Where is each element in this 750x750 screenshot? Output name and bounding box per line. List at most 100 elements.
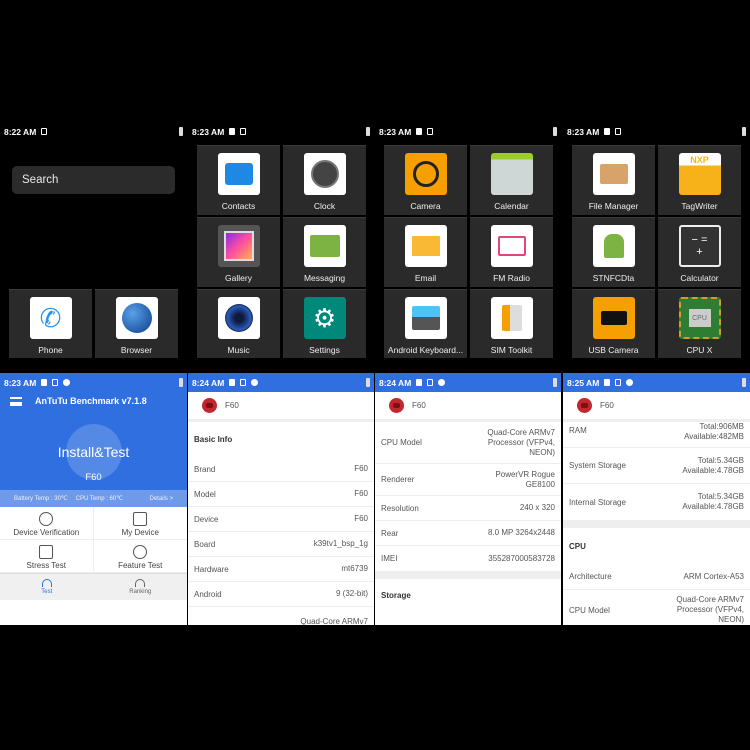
app-file-manager[interactable]: File Manager	[572, 145, 655, 215]
app-label: Messaging	[303, 273, 346, 283]
sd-card-icon	[615, 128, 622, 135]
info-row: System Storage Total:5.34GB Available:4.78…	[563, 448, 750, 484]
app-email[interactable]: Email	[384, 217, 467, 287]
gallery-icon	[217, 225, 260, 267]
antutu-info-screen-2: 8:24 AM F60 CPU Model Quad-Core ARMv7 Proc…	[375, 373, 561, 625]
antutu-info-screen-1: 8:24 AM F60 Basic Info Brand F60 Model F60…	[188, 373, 374, 625]
my-device-button[interactable]: My Device	[93, 507, 187, 540]
app-drawer-page-3: 8:23 AM File Manager NXP TagWriter STNFCD…	[563, 122, 750, 358]
battery-icon	[366, 378, 370, 387]
bottom-tabs: Test Ranking	[0, 573, 187, 600]
device-info-icon	[133, 512, 148, 526]
app-stnfcdta[interactable]: STNFCDta	[572, 217, 655, 287]
image-icon	[229, 128, 236, 135]
antutu-main-screen: 8:23 AM AnTuTu Benchmark v7.1.8 Install&…	[0, 373, 187, 625]
antutu-header: AnTuTu Benchmark v7.1.8 Install&Test F60	[0, 392, 187, 490]
value-line: GE8100	[525, 479, 555, 489]
app-cpu-x[interactable]: CPU CPU X	[658, 289, 741, 358]
touch-icon	[133, 545, 148, 559]
info-row: Brand F60	[188, 457, 374, 482]
app-label: Browser	[120, 345, 153, 355]
notification-dot-icon	[251, 379, 259, 386]
app-label: File Manager	[588, 201, 639, 211]
status-bar: 8:23 AM	[375, 122, 561, 141]
row-key: Board	[194, 539, 216, 549]
app-settings[interactable]: ⚙ Settings	[283, 289, 366, 358]
app-calendar[interactable]: Calendar	[470, 145, 553, 215]
app-sim-toolkit[interactable]: SIM Toolkit	[470, 289, 553, 358]
row-key: Renderer	[381, 475, 415, 484]
row-key: Model	[194, 489, 216, 499]
row-value: F60	[354, 464, 368, 473]
info-row: Android 9 (32-bit)	[188, 582, 374, 607]
section-divider	[563, 520, 750, 528]
antutu-logo-icon	[577, 398, 592, 413]
image-icon	[41, 379, 48, 386]
row-value: mt6739	[341, 564, 368, 573]
row-value: F60	[354, 489, 368, 498]
tab-test[interactable]: Test	[0, 574, 94, 600]
value-line: NEON)	[718, 615, 744, 624]
stress-test-button[interactable]: Stress Test	[0, 540, 94, 573]
row-value: Total:5.34GB Available:4.78GB	[682, 456, 744, 476]
value-line: Quad-Core ARMv7	[676, 595, 744, 604]
value-line: Available:4.78GB	[682, 502, 744, 511]
sd-card-icon	[427, 128, 434, 135]
status-time: 8:23 AM	[379, 126, 412, 137]
row-value: Quad-Core ARMv7	[300, 617, 368, 625]
status-bar: 8:24 AM	[375, 373, 561, 392]
app-phone[interactable]: ✆ Phone	[9, 289, 92, 358]
status-time: 8:25 AM	[567, 377, 600, 388]
info-row: IMEI 355287000583728	[375, 546, 561, 571]
tab-ranking[interactable]: Ranking	[94, 574, 188, 600]
battery-temp: Battery Temp : 30℃	[14, 496, 68, 502]
hamburger-menu-icon[interactable]	[10, 397, 22, 406]
app-browser[interactable]: Browser	[95, 289, 178, 358]
file-manager-icon	[592, 153, 635, 195]
info-row: CPU Model Quad-Core ARMv7 Processor (VFPv4…	[563, 590, 750, 625]
app-drawer-page-2: 8:23 AM Camera Calendar Email FM Radio A…	[375, 122, 561, 358]
info-row: Board k39tv1_bsp_1g	[188, 532, 374, 557]
sd-card-icon	[52, 379, 59, 386]
info-row: CPU Model Quad-Core ARMv7 Processor (VFPv4…	[375, 422, 561, 464]
battery-icon	[742, 378, 746, 387]
app-music[interactable]: Music	[197, 289, 280, 358]
sd-card-icon	[615, 379, 622, 386]
feature-label: My Device	[121, 528, 159, 537]
phone-icon: ✆	[29, 297, 72, 339]
app-label: Email	[414, 273, 437, 283]
app-drawer-page-1: 8:23 AM Contacts Clock Gallery Messaging…	[188, 122, 374, 358]
app-tagwriter[interactable]: NXP TagWriter	[658, 145, 741, 215]
info-header: F60	[375, 392, 561, 422]
app-contacts[interactable]: Contacts	[197, 145, 280, 215]
battery-icon	[742, 127, 746, 136]
status-time: 8:24 AM	[379, 377, 412, 388]
app-usb-camera[interactable]: USB Camera	[572, 289, 655, 358]
app-messaging[interactable]: Messaging	[283, 217, 366, 287]
feature-test-button[interactable]: Feature Test	[93, 540, 187, 573]
info-row: Rear 8.0 MP 3264x2448	[375, 521, 561, 546]
value-line: Quad-Core ARMv7	[487, 427, 555, 437]
app-fm-radio[interactable]: FM Radio	[470, 217, 553, 287]
details-link[interactable]: Details >	[149, 496, 173, 502]
camera-icon	[404, 153, 447, 195]
device-verification-button[interactable]: Device Verification	[0, 507, 94, 540]
app-gallery[interactable]: Gallery	[197, 217, 280, 287]
status-bar: 8:22 AM	[0, 122, 187, 141]
settings-icon: ⚙	[303, 297, 346, 339]
status-bar: 8:24 AM	[188, 373, 374, 392]
radio-icon	[490, 225, 533, 267]
row-value: F60	[354, 514, 368, 523]
app-clock[interactable]: Clock	[283, 145, 366, 215]
feature-grid: Device Verification My Device Stress Tes…	[0, 507, 187, 573]
row-value: 9 (32-bit)	[335, 589, 368, 598]
row-value: Total:906MB Available:482MB	[684, 422, 744, 442]
app-calculator[interactable]: − = + Calculator	[658, 217, 741, 287]
app-camera[interactable]: Camera	[384, 145, 467, 215]
value-line: Available:482MB	[684, 432, 744, 441]
feature-label: Stress Test	[26, 561, 66, 570]
app-android-keyboard[interactable]: Android Keyboard...	[384, 289, 467, 358]
install-test-button[interactable]: Install&Test	[0, 444, 187, 460]
search-input[interactable]: Search	[12, 166, 175, 194]
image-icon	[416, 379, 423, 386]
